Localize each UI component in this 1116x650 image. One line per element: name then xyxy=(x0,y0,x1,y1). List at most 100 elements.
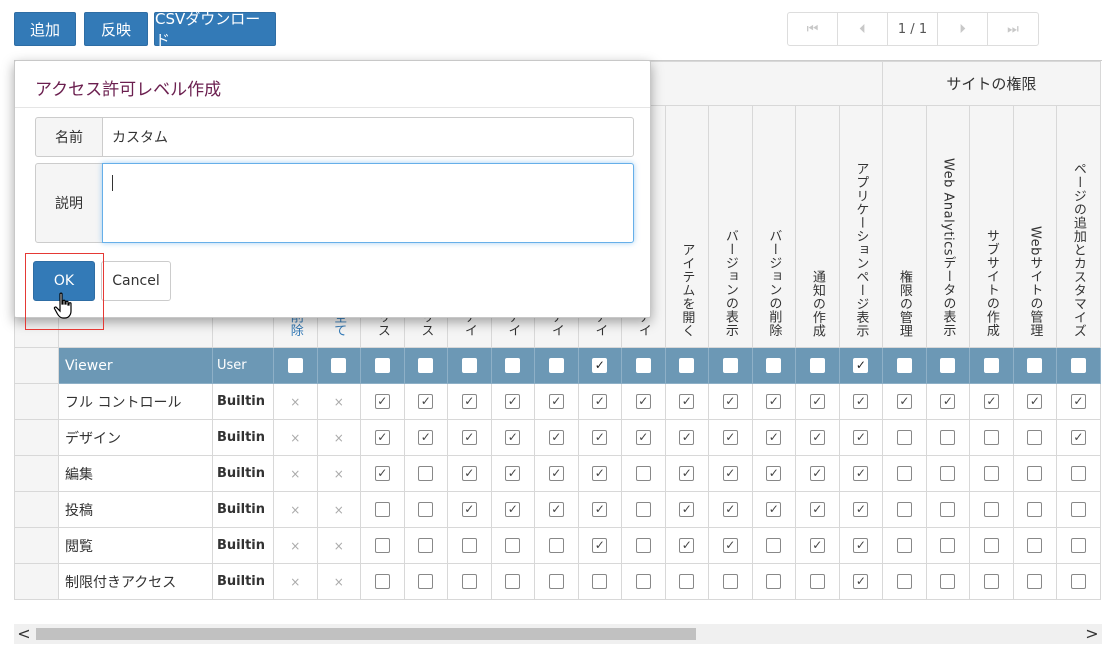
checked-checkbox-icon[interactable]: ✓ xyxy=(548,502,564,517)
csv-download-button[interactable]: CSVダウンロード xyxy=(154,10,276,49)
checked-checkbox-icon[interactable]: ✓ xyxy=(592,502,608,517)
apply-button[interactable]: 反映 xyxy=(84,12,148,46)
unchecked-checkbox-icon[interactable] xyxy=(940,466,956,481)
unchecked-checkbox-icon[interactable] xyxy=(983,538,999,553)
checked-checkbox-icon[interactable]: ✓ xyxy=(809,502,825,517)
add-button[interactable]: 追加 xyxy=(14,12,76,46)
table-row[interactable]: 閲覧 Builtin × × ✓ ✓ ✓ ✓ ✓ xyxy=(14,527,1101,564)
unchecked-checkbox-icon[interactable] xyxy=(679,574,695,589)
checked-checkbox-icon[interactable]: ✓ xyxy=(766,466,782,481)
unchecked-checkbox-icon[interactable] xyxy=(461,538,477,553)
scroll-left-icon[interactable]: < xyxy=(14,624,34,644)
checked-checkbox-icon[interactable]: ✓ xyxy=(461,502,477,517)
scroll-thumb[interactable] xyxy=(36,628,696,640)
unchecked-checkbox-icon[interactable] xyxy=(548,358,564,373)
unchecked-checkbox-icon[interactable] xyxy=(635,538,651,553)
unchecked-checkbox-icon[interactable] xyxy=(548,574,564,589)
checked-checkbox-icon[interactable]: ✓ xyxy=(722,430,738,445)
unchecked-checkbox-icon[interactable] xyxy=(1070,502,1086,517)
checked-checkbox-icon[interactable]: ✓ xyxy=(809,430,825,445)
checked-checkbox-icon[interactable]: ✓ xyxy=(983,394,999,409)
checked-checkbox-icon[interactable]: ✓ xyxy=(548,394,564,409)
checked-checkbox-icon[interactable]: ✓ xyxy=(635,394,651,409)
unchecked-checkbox-icon[interactable] xyxy=(635,358,651,373)
checked-checkbox-icon[interactable]: ✓ xyxy=(809,466,825,481)
checked-checkbox-icon[interactable]: ✓ xyxy=(766,430,782,445)
unchecked-checkbox-icon[interactable] xyxy=(940,538,956,553)
checked-checkbox-icon[interactable]: ✓ xyxy=(592,358,608,373)
unchecked-checkbox-icon[interactable] xyxy=(505,574,521,589)
unchecked-checkbox-icon[interactable] xyxy=(766,358,782,373)
checked-checkbox-icon[interactable]: ✓ xyxy=(853,502,869,517)
horizontal-scrollbar[interactable]: < > xyxy=(14,624,1102,644)
unchecked-checkbox-icon[interactable] xyxy=(418,538,434,553)
unchecked-checkbox-icon[interactable] xyxy=(1070,574,1086,589)
unchecked-checkbox-icon[interactable] xyxy=(1070,466,1086,481)
checked-checkbox-icon[interactable]: ✓ xyxy=(722,502,738,517)
unchecked-checkbox-icon[interactable] xyxy=(766,538,782,553)
checked-checkbox-icon[interactable]: ✓ xyxy=(896,394,912,409)
checked-checkbox-icon[interactable]: ✓ xyxy=(461,430,477,445)
unchecked-checkbox-icon[interactable] xyxy=(374,358,390,373)
unchecked-checkbox-icon[interactable] xyxy=(1027,430,1043,445)
prev-page-icon[interactable]: ⏴ xyxy=(838,13,888,45)
checked-checkbox-icon[interactable]: ✓ xyxy=(853,538,869,553)
unchecked-checkbox-icon[interactable] xyxy=(1027,466,1043,481)
checked-checkbox-icon[interactable]: ✓ xyxy=(374,430,390,445)
unchecked-checkbox-icon[interactable] xyxy=(940,502,956,517)
checked-checkbox-icon[interactable]: ✓ xyxy=(853,574,869,589)
checked-checkbox-icon[interactable]: ✓ xyxy=(374,466,390,481)
cancel-button[interactable]: Cancel xyxy=(101,261,171,301)
unchecked-checkbox-icon[interactable] xyxy=(983,466,999,481)
checked-checkbox-icon[interactable]: ✓ xyxy=(853,358,869,373)
unchecked-checkbox-icon[interactable] xyxy=(983,430,999,445)
unchecked-checkbox-icon[interactable] xyxy=(722,574,738,589)
unchecked-checkbox-icon[interactable] xyxy=(331,358,347,373)
checked-checkbox-icon[interactable]: ✓ xyxy=(505,466,521,481)
unchecked-checkbox-icon[interactable] xyxy=(374,574,390,589)
unchecked-checkbox-icon[interactable] xyxy=(983,358,999,373)
unchecked-checkbox-icon[interactable] xyxy=(896,358,912,373)
unchecked-checkbox-icon[interactable] xyxy=(1070,538,1086,553)
checked-checkbox-icon[interactable]: ✓ xyxy=(679,430,695,445)
scroll-right-icon[interactable]: > xyxy=(1082,624,1102,644)
unchecked-checkbox-icon[interactable] xyxy=(679,358,695,373)
table-row[interactable]: フル コントロール Builtin × × ✓ ✓ ✓ ✓ ✓ ✓ ✓ ✓ ✓ ✓ ✓ ✓ ✓ ✓ ✓ ✓ ✓ xyxy=(14,383,1101,420)
checked-checkbox-icon[interactable]: ✓ xyxy=(940,394,956,409)
unchecked-checkbox-icon[interactable] xyxy=(1070,358,1086,373)
unchecked-checkbox-icon[interactable] xyxy=(635,574,651,589)
checked-checkbox-icon[interactable]: ✓ xyxy=(592,394,608,409)
unchecked-checkbox-icon[interactable] xyxy=(635,502,651,517)
checked-checkbox-icon[interactable]: ✓ xyxy=(592,430,608,445)
unchecked-checkbox-icon[interactable] xyxy=(374,538,390,553)
checked-checkbox-icon[interactable]: ✓ xyxy=(1070,394,1086,409)
unchecked-checkbox-icon[interactable] xyxy=(592,574,608,589)
checked-checkbox-icon[interactable]: ✓ xyxy=(635,430,651,445)
checked-checkbox-icon[interactable]: ✓ xyxy=(853,430,869,445)
unchecked-checkbox-icon[interactable] xyxy=(896,430,912,445)
checked-checkbox-icon[interactable]: ✓ xyxy=(374,394,390,409)
checked-checkbox-icon[interactable]: ✓ xyxy=(853,394,869,409)
unchecked-checkbox-icon[interactable] xyxy=(1027,538,1043,553)
table-row[interactable]: 編集 Builtin × × ✓ ✓ ✓ ✓ ✓ ✓ ✓ ✓ ✓ ✓ xyxy=(14,455,1101,492)
description-field[interactable] xyxy=(102,163,634,243)
unchecked-checkbox-icon[interactable] xyxy=(635,466,651,481)
unchecked-checkbox-icon[interactable] xyxy=(418,574,434,589)
unchecked-checkbox-icon[interactable] xyxy=(896,502,912,517)
unchecked-checkbox-icon[interactable] xyxy=(940,358,956,373)
unchecked-checkbox-icon[interactable] xyxy=(505,538,521,553)
unchecked-checkbox-icon[interactable] xyxy=(983,574,999,589)
unchecked-checkbox-icon[interactable] xyxy=(983,502,999,517)
unchecked-checkbox-icon[interactable] xyxy=(1027,358,1043,373)
unchecked-checkbox-icon[interactable] xyxy=(418,502,434,517)
checked-checkbox-icon[interactable]: ✓ xyxy=(548,466,564,481)
checked-checkbox-icon[interactable]: ✓ xyxy=(461,394,477,409)
unchecked-checkbox-icon[interactable] xyxy=(896,574,912,589)
checked-checkbox-icon[interactable]: ✓ xyxy=(679,466,695,481)
unchecked-checkbox-icon[interactable] xyxy=(1027,502,1043,517)
checked-checkbox-icon[interactable]: ✓ xyxy=(809,538,825,553)
checked-checkbox-icon[interactable]: ✓ xyxy=(809,394,825,409)
next-page-icon[interactable]: ⏵ xyxy=(938,13,988,45)
checked-checkbox-icon[interactable]: ✓ xyxy=(722,394,738,409)
last-page-icon[interactable]: ⏭ xyxy=(988,13,1038,45)
